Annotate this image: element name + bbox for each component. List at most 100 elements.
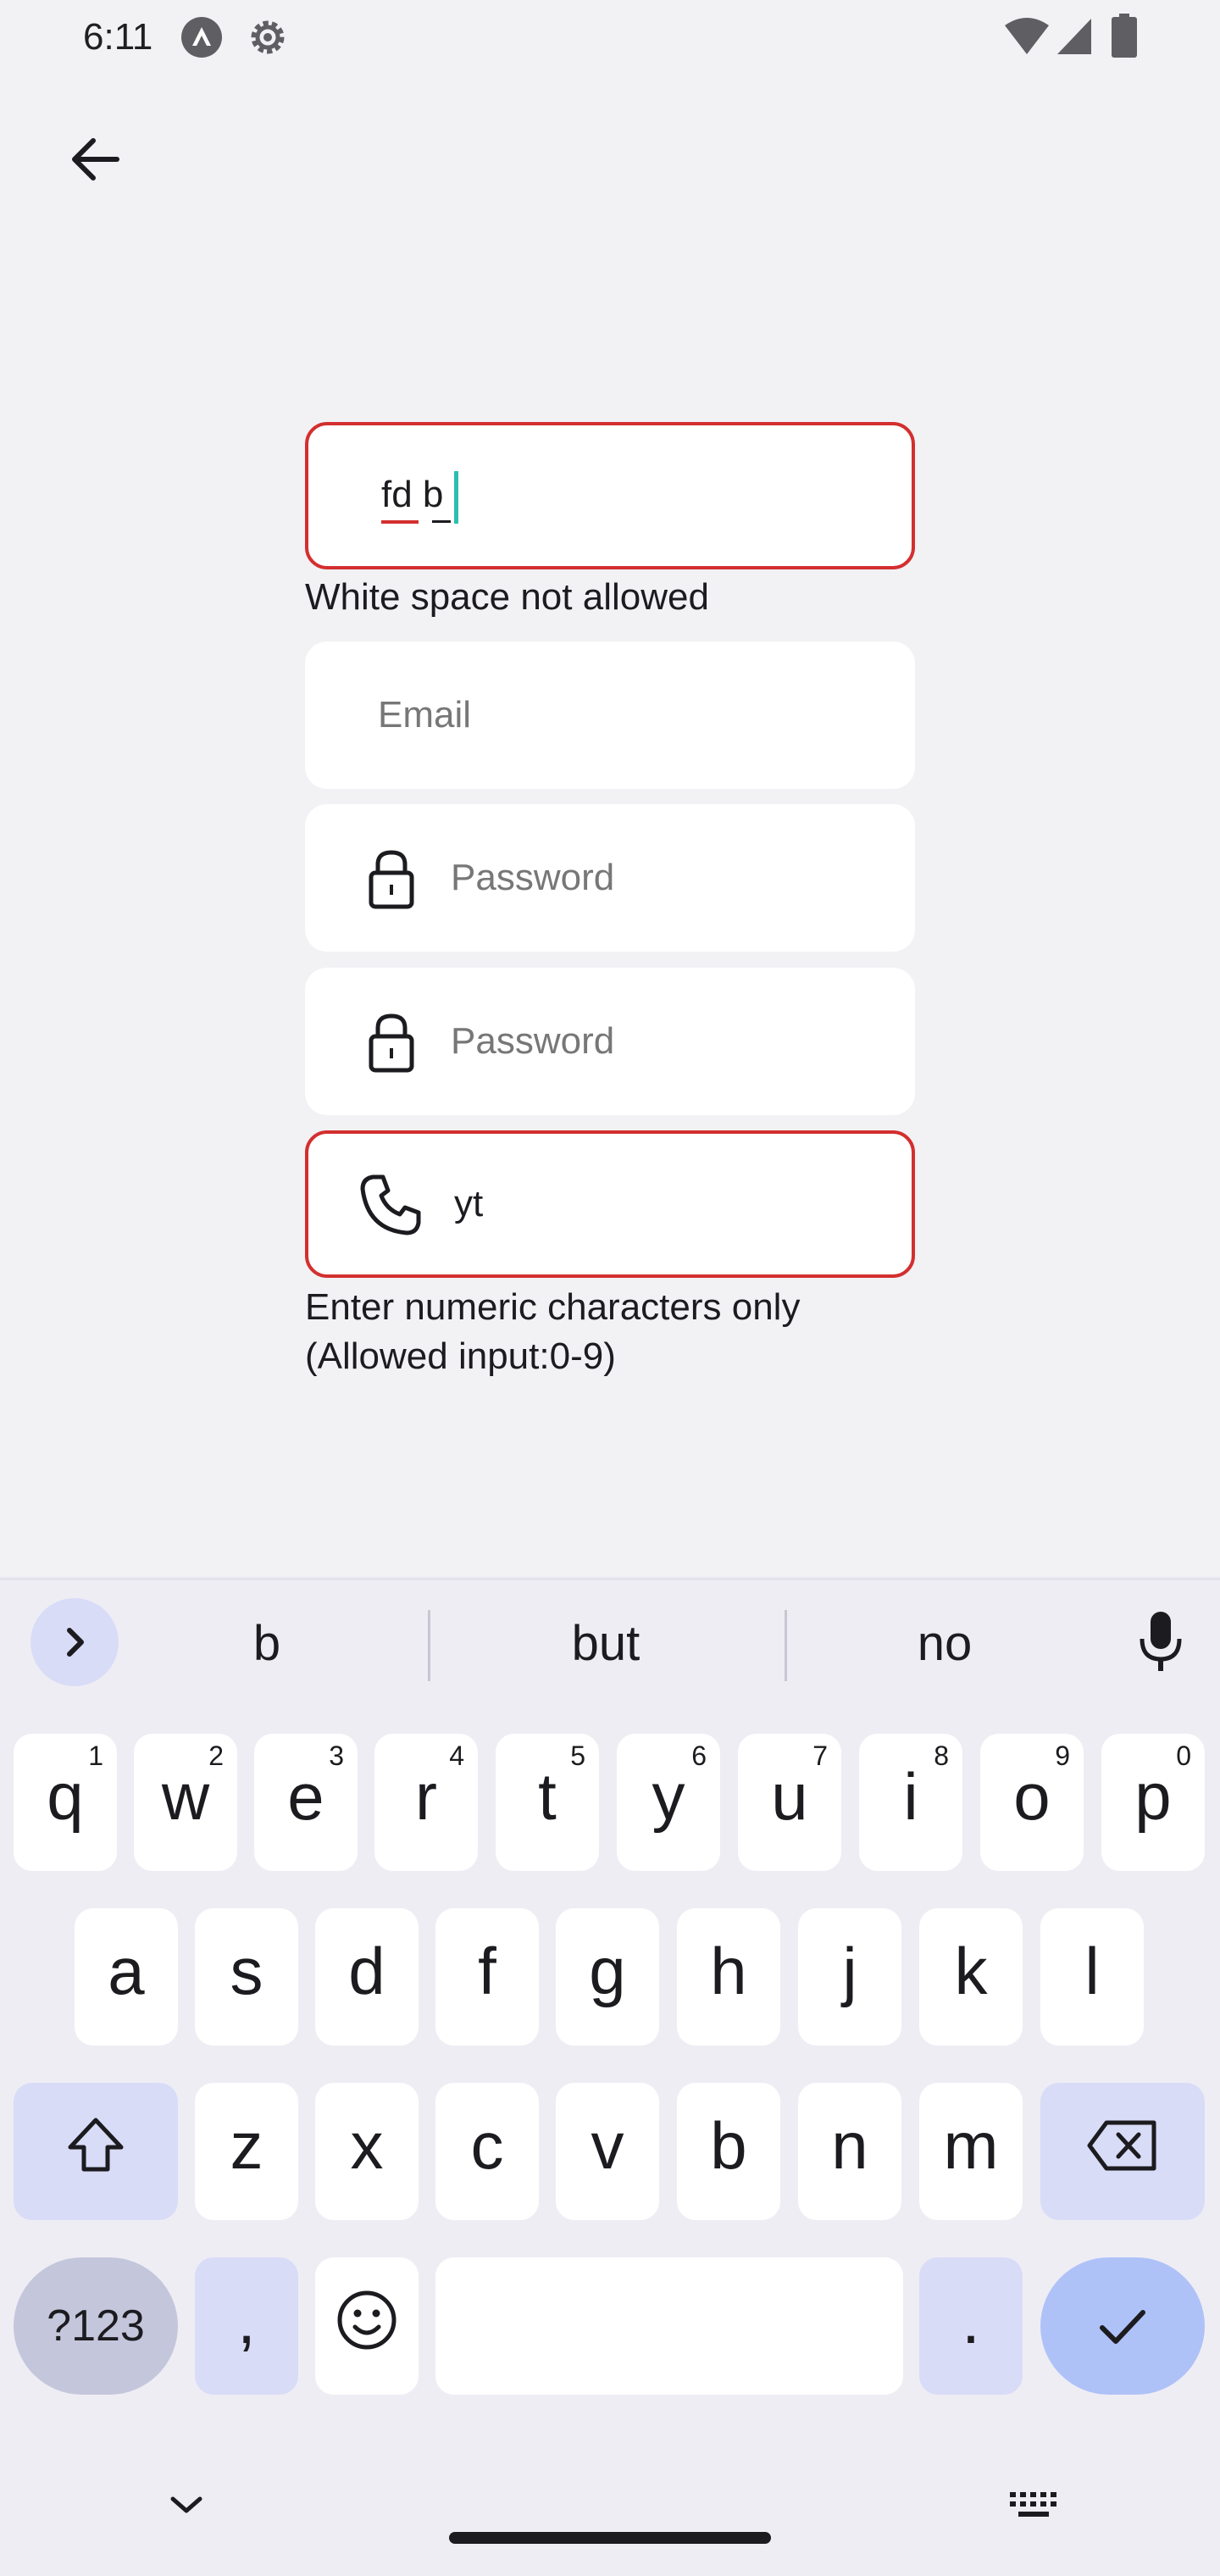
key-s[interactable]: s [195, 1908, 298, 2046]
spacebar-key[interactable] [435, 2257, 903, 2395]
key-x[interactable]: x [315, 2083, 419, 2220]
settings-gear-icon [251, 20, 285, 54]
password-field[interactable]: Password [305, 804, 915, 952]
key-w[interactable]: w2 [134, 1734, 237, 1871]
chevron-down-icon [170, 2496, 202, 2513]
key-label: l [1084, 1934, 1100, 2008]
battery-icon [1112, 14, 1137, 58]
phone-error-text-line1: Enter numeric characters only [305, 1286, 801, 1328]
key-m[interactable]: m [919, 2083, 1023, 2220]
suggestion-divider [785, 1610, 787, 1681]
key-hint: 4 [449, 1740, 464, 1771]
key-label: z [230, 2108, 263, 2183]
key-label: w [161, 1759, 210, 1834]
app-notification-icon [181, 17, 222, 58]
keyboard-divider [0, 1578, 1220, 1580]
phone-icon [360, 1174, 421, 1235]
key-c[interactable]: c [435, 2083, 539, 2220]
key-label: o [1013, 1759, 1051, 1834]
composing-underline [432, 520, 451, 523]
key-i[interactable]: i8 [859, 1734, 962, 1871]
username-error-text: White space not allowed [305, 576, 709, 618]
hide-keyboard-button[interactable] [152, 2479, 220, 2530]
key-q[interactable]: q1 [14, 1734, 117, 1871]
key-hint: 0 [1176, 1740, 1191, 1771]
key-label: r [415, 1759, 437, 1834]
key-l[interactable]: l [1040, 1908, 1144, 2046]
key-k[interactable]: k [919, 1908, 1023, 2046]
wifi-icon [1005, 18, 1049, 54]
key-label: i [903, 1759, 918, 1834]
key-label: b [710, 2108, 747, 2183]
key-hint: 3 [329, 1740, 344, 1771]
home-indicator[interactable] [449, 2532, 771, 2544]
cellular-signal-icon [1057, 19, 1091, 54]
key-z[interactable]: z [195, 2083, 298, 2220]
comma-key[interactable]: , [195, 2257, 298, 2395]
key-hint: 2 [208, 1740, 224, 1771]
key-e[interactable]: e3 [254, 1734, 358, 1871]
key-o[interactable]: o9 [980, 1734, 1084, 1871]
key-label: . [962, 2283, 980, 2357]
shift-key[interactable] [14, 2083, 178, 2220]
done-key[interactable] [1040, 2257, 1205, 2395]
keyboard-switcher-button[interactable] [1000, 2479, 1068, 2530]
key-t[interactable]: t5 [496, 1734, 599, 1871]
text-cursor [454, 471, 458, 524]
suggestion-3[interactable]: no [839, 1610, 1051, 1678]
arrow-back-icon [72, 138, 119, 180]
key-d[interactable]: d [315, 1908, 419, 2046]
key-n[interactable]: n [798, 2083, 901, 2220]
key-label: x [350, 2108, 384, 2183]
key-y[interactable]: y6 [617, 1734, 720, 1871]
key-g[interactable]: g [556, 1908, 659, 2046]
key-label: t [538, 1759, 557, 1834]
key-label: ?123 [47, 2301, 145, 2351]
key-label: c [470, 2108, 504, 2183]
key-f[interactable]: f [435, 1908, 539, 2046]
microphone-icon [1140, 1612, 1182, 1671]
key-label: d [348, 1934, 385, 2008]
key-j[interactable]: j [798, 1908, 901, 2046]
back-button[interactable] [51, 115, 139, 203]
key-r[interactable]: r4 [374, 1734, 478, 1871]
voice-input-button[interactable] [1118, 1607, 1203, 1678]
key-label: s [230, 1934, 263, 2008]
chevron-right-icon [67, 1628, 84, 1657]
key-p[interactable]: p0 [1101, 1734, 1205, 1871]
suggestion-2[interactable]: but [474, 1610, 737, 1678]
email-field[interactable]: Email [305, 641, 915, 789]
spellcheck-underline [381, 520, 419, 524]
key-label: j [842, 1934, 857, 2008]
status-time: 6:11 [83, 16, 153, 58]
backspace-key[interactable] [1040, 2083, 1205, 2220]
key-hint: 5 [570, 1740, 585, 1771]
suggestion-1[interactable]: b [161, 1610, 373, 1678]
phone-input-value[interactable]: yt [454, 1179, 483, 1230]
username-input-value[interactable]: fd b [381, 469, 443, 520]
period-key[interactable]: . [919, 2257, 1023, 2395]
username-field[interactable]: fd b [305, 422, 915, 569]
key-label: u [771, 1759, 808, 1834]
email-placeholder: Email [378, 694, 472, 736]
key-u[interactable]: u7 [738, 1734, 841, 1871]
key-label: , [237, 2283, 256, 2357]
key-hint: 9 [1055, 1740, 1070, 1771]
confirm-password-field[interactable]: Password [305, 968, 915, 1115]
key-v[interactable]: v [556, 2083, 659, 2220]
emoji-key[interactable] [315, 2257, 419, 2395]
lock-icon [369, 1013, 414, 1073]
phone-field[interactable]: yt [305, 1130, 915, 1278]
symbols-key[interactable]: ?123 [14, 2257, 178, 2395]
soft-keyboard [0, 1576, 1220, 2576]
key-label: n [831, 2108, 868, 2183]
suggestions-expand-button[interactable] [30, 1598, 119, 1686]
key-hint: 7 [812, 1740, 828, 1771]
backspace-icon [1087, 2120, 1156, 2171]
key-a[interactable]: a [75, 1908, 178, 2046]
key-h[interactable]: h [677, 1908, 780, 2046]
key-label: p [1134, 1759, 1172, 1834]
key-label: a [108, 1934, 145, 2008]
keyboard-icon [1010, 2492, 1056, 2517]
key-b[interactable]: b [677, 2083, 780, 2220]
